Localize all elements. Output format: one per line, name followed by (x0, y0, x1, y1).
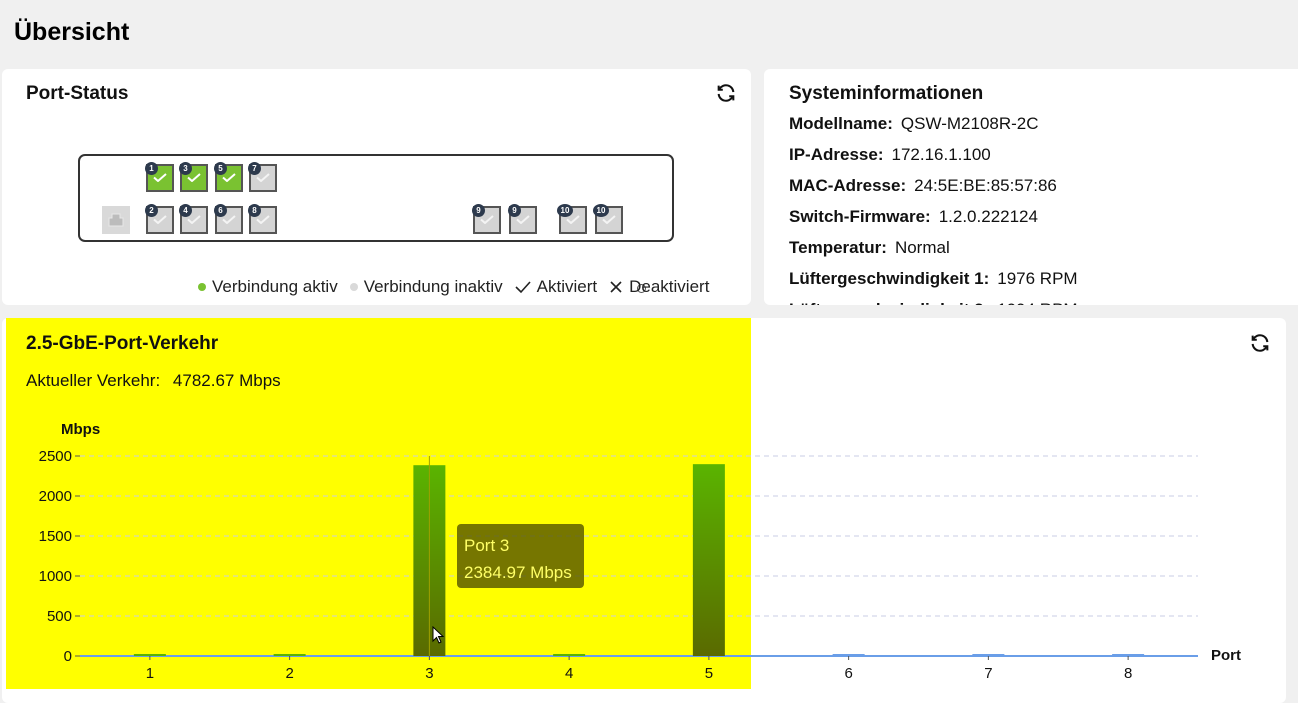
x-tick-label: 4 (565, 665, 573, 682)
bar (972, 654, 1005, 656)
x-tick-label: 7 (984, 665, 992, 682)
chart-tooltip: Port 3 2384.97 Mbps (457, 524, 584, 588)
bar (133, 654, 166, 656)
mouse-cursor-icon (432, 626, 445, 644)
bar (692, 464, 725, 656)
bar (832, 654, 865, 656)
bar (273, 654, 306, 656)
y-tick-label: 500 (47, 608, 72, 625)
y-tick-label: 2500 (39, 448, 72, 465)
x-tick-label: 2 (285, 665, 293, 682)
y-tick-label: 1000 (39, 568, 72, 585)
y-axis-label: Mbps (61, 421, 100, 438)
y-tick-label: 0 (64, 648, 72, 665)
traffic-chart: 0 500 1000 1500 2000 2500 Mbps 1 2 3 4 5 6 7 8 Port (39, 421, 1241, 682)
bar (1112, 654, 1145, 656)
y-tick-label: 2000 (39, 488, 72, 505)
tooltip-value: 2384.97 Mbps (464, 563, 572, 582)
bar (553, 654, 586, 656)
x-tick-label: 3 (425, 665, 433, 682)
x-tick-label: 1 (146, 665, 154, 682)
tooltip-port: Port 3 (464, 536, 510, 555)
x-tick-label: 8 (1124, 665, 1132, 682)
x-tick-label: 6 (844, 665, 852, 682)
x-axis-label: Port (1211, 647, 1241, 664)
y-tick-label: 1500 (39, 528, 72, 545)
x-tick-label: 5 (705, 665, 713, 682)
